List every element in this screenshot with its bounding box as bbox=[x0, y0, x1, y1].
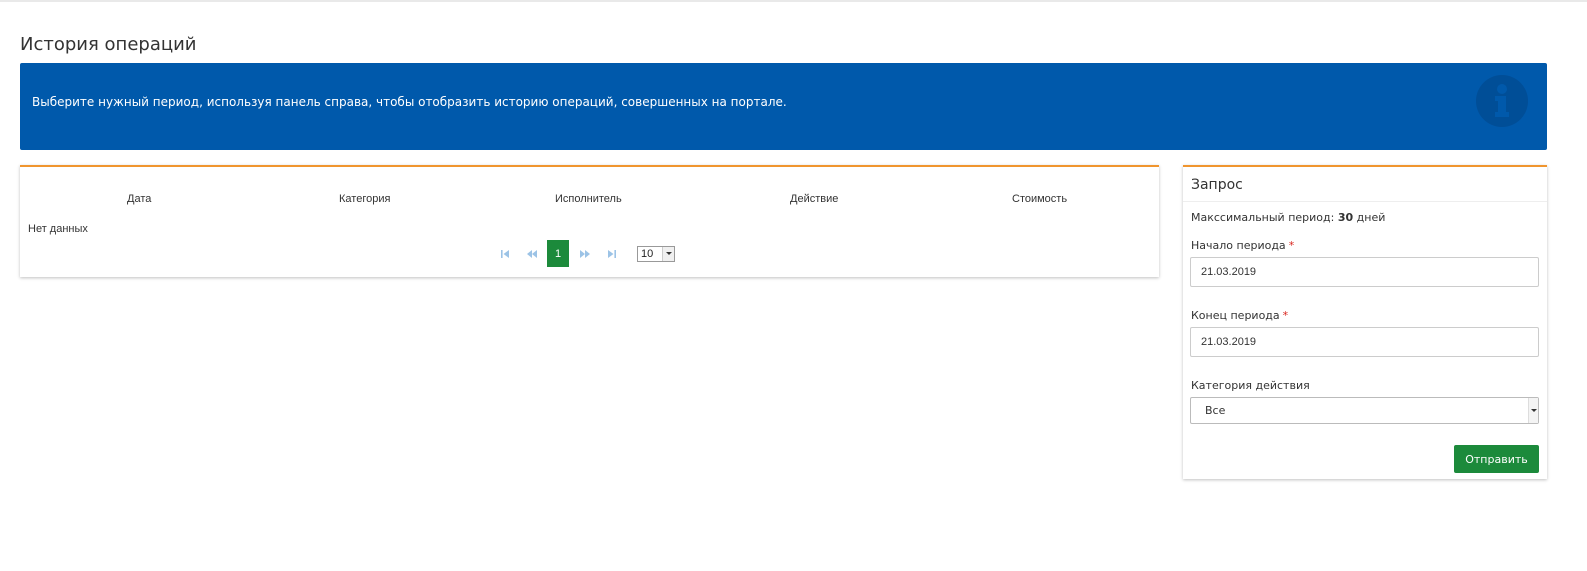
column-header-category[interactable]: Категория bbox=[339, 193, 390, 205]
empty-table-message: Нет данных bbox=[28, 223, 88, 235]
page-size-select[interactable]: 10 bbox=[637, 246, 675, 262]
page-size-value: 10 bbox=[641, 248, 654, 260]
page-title: История операций bbox=[20, 34, 197, 55]
chevron-down-icon bbox=[1528, 398, 1538, 423]
info-banner-text: Выберите нужный период, используя панель… bbox=[32, 95, 787, 109]
required-marker: * bbox=[1282, 309, 1289, 322]
query-panel: Запрос Максcимальный период: 30 дней Нач… bbox=[1183, 165, 1547, 479]
column-header-cost[interactable]: Стоимость bbox=[1012, 193, 1067, 205]
next-page-icon[interactable] bbox=[579, 248, 591, 260]
end-period-label-text: Конец периода bbox=[1191, 309, 1280, 322]
column-header-executor[interactable]: Исполнитель bbox=[555, 193, 622, 205]
start-period-input[interactable] bbox=[1190, 257, 1539, 287]
required-marker: * bbox=[1288, 239, 1295, 252]
top-divider bbox=[0, 0, 1587, 2]
query-panel-title: Запрос bbox=[1191, 177, 1243, 193]
max-period-info: Максcимальный период: 30 дней bbox=[1191, 211, 1385, 224]
first-page-icon[interactable] bbox=[499, 248, 511, 260]
pagination: 1 10 bbox=[20, 240, 1159, 267]
current-page-button[interactable]: 1 bbox=[547, 240, 569, 267]
end-period-input[interactable] bbox=[1190, 327, 1539, 357]
max-period-unit: дней bbox=[1356, 211, 1386, 224]
info-banner: Выберите нужный период, используя панель… bbox=[20, 63, 1547, 150]
max-period-label: Максcимальный период: bbox=[1191, 211, 1335, 224]
start-period-label: Начало периода * bbox=[1191, 239, 1294, 252]
column-header-action[interactable]: Действие bbox=[790, 193, 838, 205]
max-period-value: 30 bbox=[1337, 211, 1354, 224]
operations-table-panel: Дата Категория Исполнитель Действие Стои… bbox=[20, 165, 1159, 277]
start-period-label-text: Начало периода bbox=[1191, 239, 1286, 252]
last-page-icon[interactable] bbox=[606, 248, 618, 260]
end-period-label: Конец периода * bbox=[1191, 309, 1288, 322]
category-label: Категория действия bbox=[1191, 379, 1310, 392]
category-select[interactable]: Все bbox=[1190, 397, 1539, 424]
category-select-value: Все bbox=[1205, 404, 1226, 417]
submit-button[interactable]: Отправить bbox=[1454, 445, 1539, 473]
prev-page-icon[interactable] bbox=[526, 248, 538, 260]
chevron-down-icon bbox=[662, 247, 674, 261]
query-panel-divider bbox=[1183, 201, 1547, 202]
column-header-date[interactable]: Дата bbox=[127, 193, 151, 205]
info-circle-icon bbox=[1476, 75, 1528, 127]
